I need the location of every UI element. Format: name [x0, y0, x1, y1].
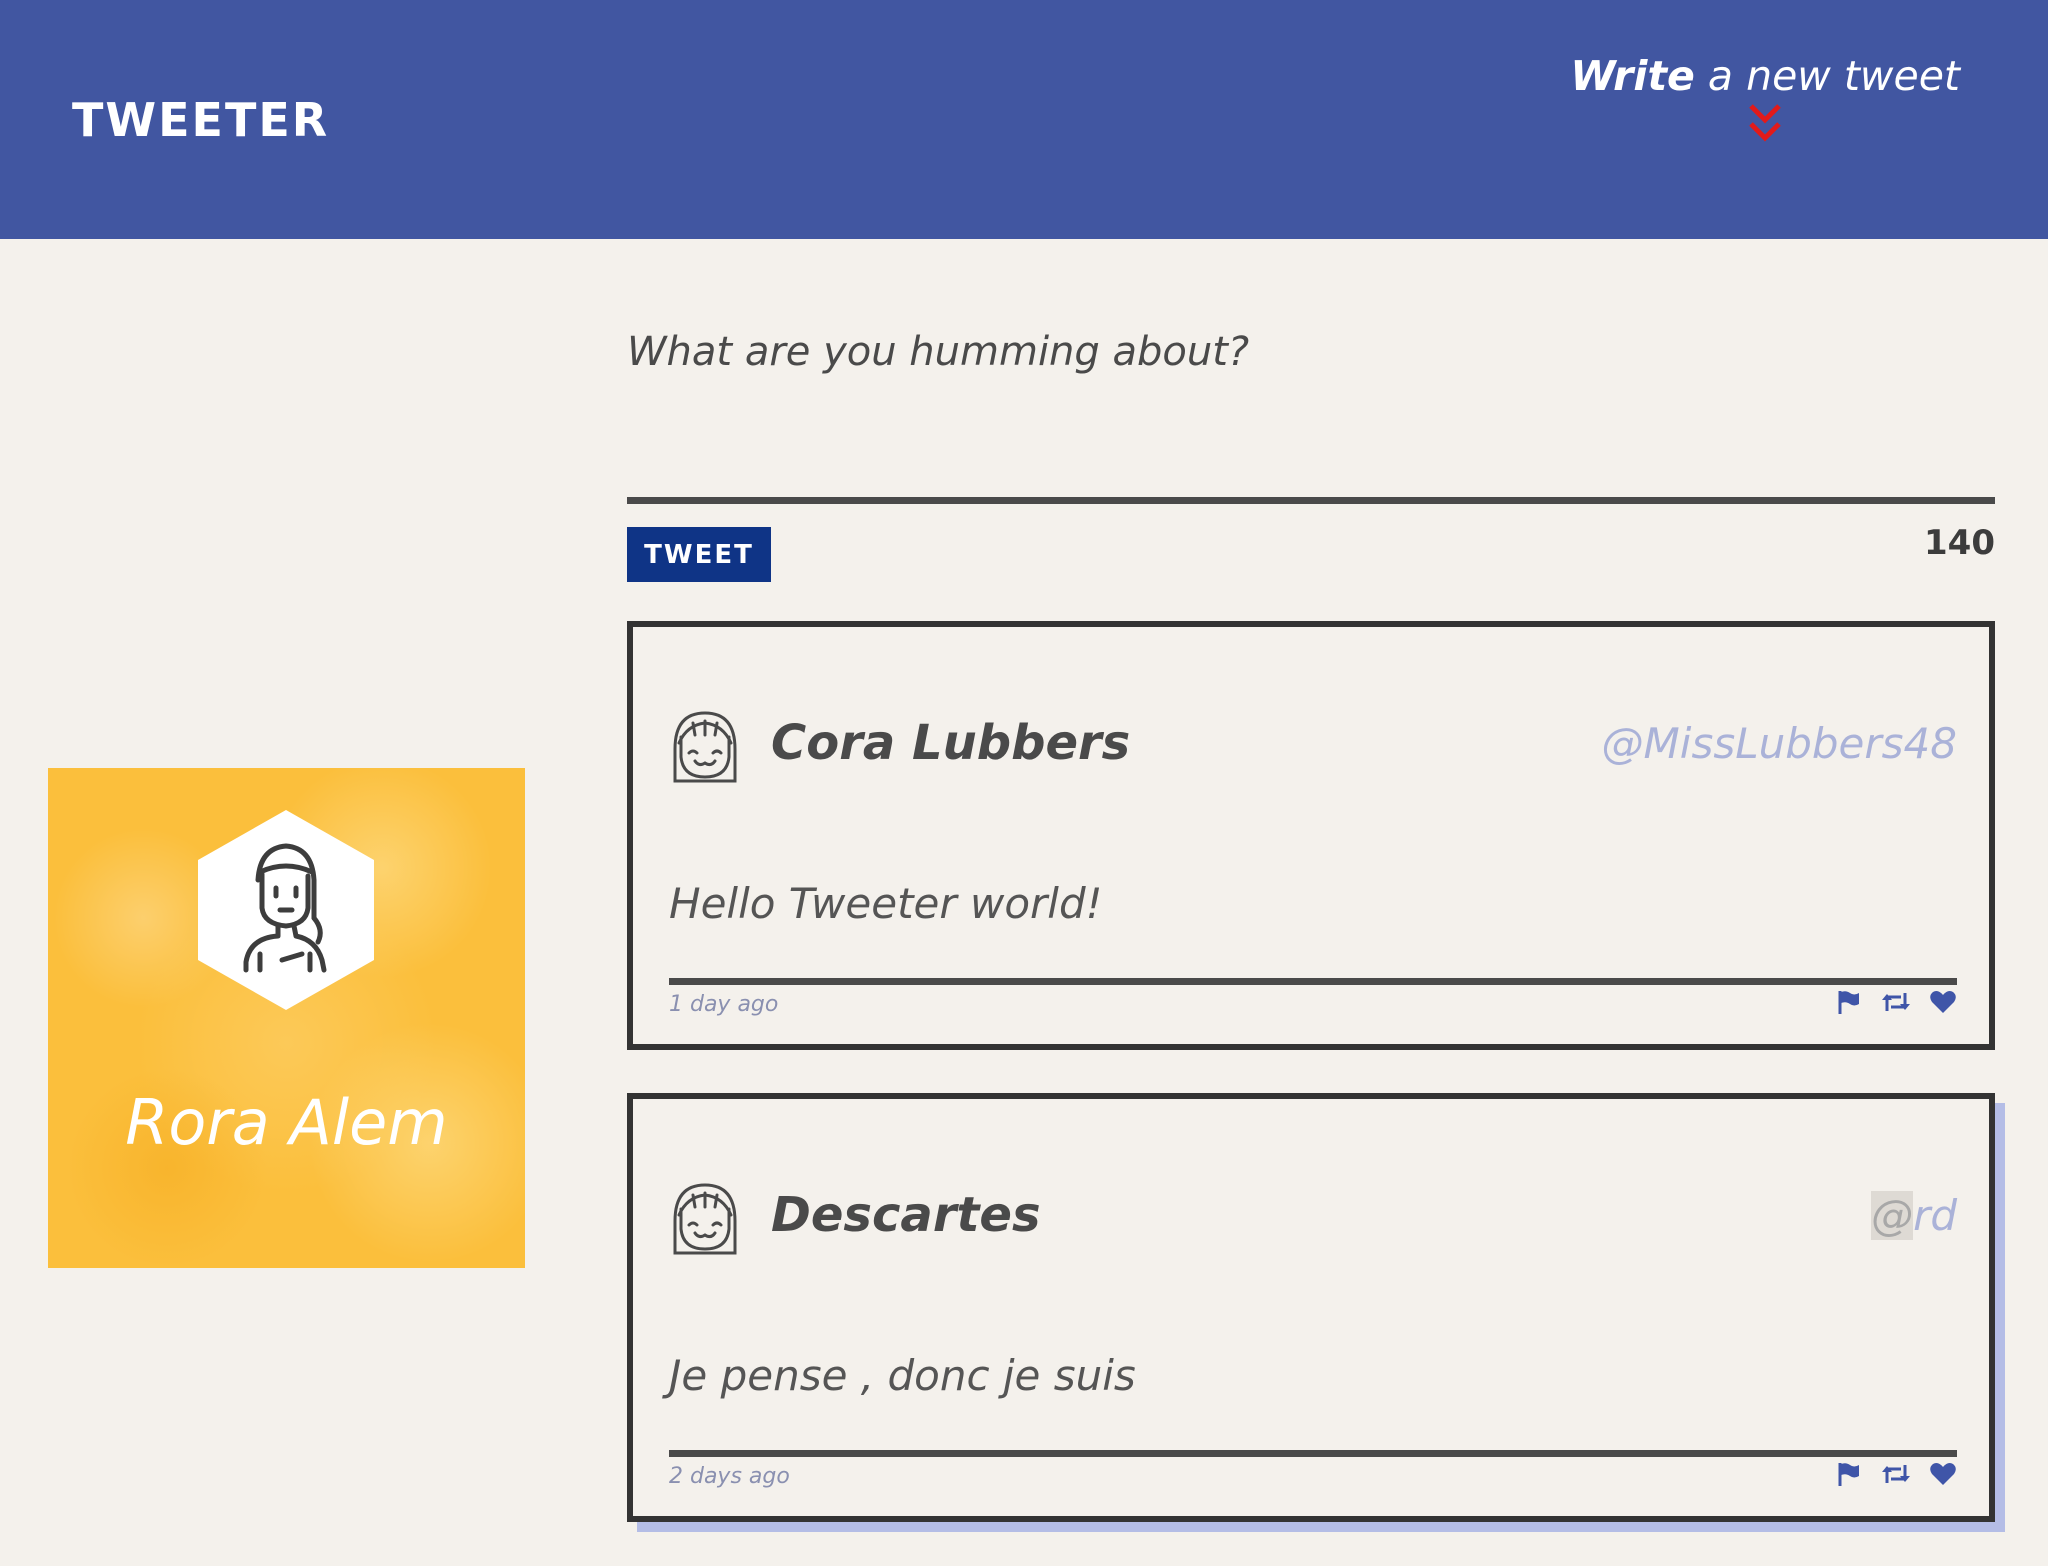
tweet-handle: @rd [1871, 1191, 1957, 1240]
retweet-icon[interactable] [1881, 989, 1911, 1015]
avatar-icon [673, 1183, 737, 1255]
tweet-actions [1822, 989, 1957, 1019]
compose-toggle-rest: a new tweet [1707, 52, 1960, 100]
flag-icon[interactable] [1836, 1461, 1862, 1487]
tweet-author: Cora Lubbers [771, 715, 1131, 771]
tweet-text: Je pense , donc je suis [669, 1351, 1136, 1400]
tweet-card: Cora Lubbers @MissLubbers48 Hello Tweete… [627, 621, 1995, 1050]
compose-toggle-label[interactable]: Write a new tweet [1570, 52, 1960, 100]
heart-icon[interactable] [1929, 989, 1957, 1015]
handle-at-selected[interactable]: @ [1871, 1191, 1914, 1240]
logo[interactable]: TWEETER [72, 93, 329, 147]
tweet-composer: TWEET 140 [627, 315, 1995, 582]
profile-avatar-icon [198, 810, 374, 1010]
compose-toggle-bold: Write [1570, 52, 1695, 100]
profile-card: Rora Alem [48, 768, 525, 1268]
tweet-divider [669, 1450, 1957, 1457]
top-nav: TWEETER Write a new tweet [0, 0, 2048, 239]
tweet-handle: @MissLubbers48 [1601, 719, 1957, 768]
tweet-timestamp: 2 days ago [669, 1464, 790, 1489]
tweet-actions [1822, 1461, 1957, 1491]
tweet-author: Descartes [771, 1187, 1041, 1243]
tweet-divider [669, 978, 1957, 985]
heart-icon[interactable] [1929, 1461, 1957, 1487]
avatar-icon [673, 711, 737, 783]
tweet-input[interactable] [627, 315, 1995, 504]
compose-toggle[interactable]: Write a new tweet [1570, 52, 1960, 146]
tweet-timestamp: 1 day ago [669, 992, 779, 1017]
retweet-icon[interactable] [1881, 1461, 1911, 1487]
character-counter: 140 [1924, 523, 1995, 563]
flag-icon[interactable] [1836, 989, 1862, 1015]
tweet-button[interactable]: TWEET [627, 527, 771, 582]
double-chevron-down-icon[interactable] [1747, 102, 1783, 146]
handle-rest: rd [1913, 1191, 1957, 1240]
tweet-text: Hello Tweeter world! [669, 879, 1103, 928]
tweet-card: Descartes @rd Je pense , donc je suis 2 … [627, 1093, 1995, 1522]
profile-name: Rora Alem [125, 1086, 448, 1159]
